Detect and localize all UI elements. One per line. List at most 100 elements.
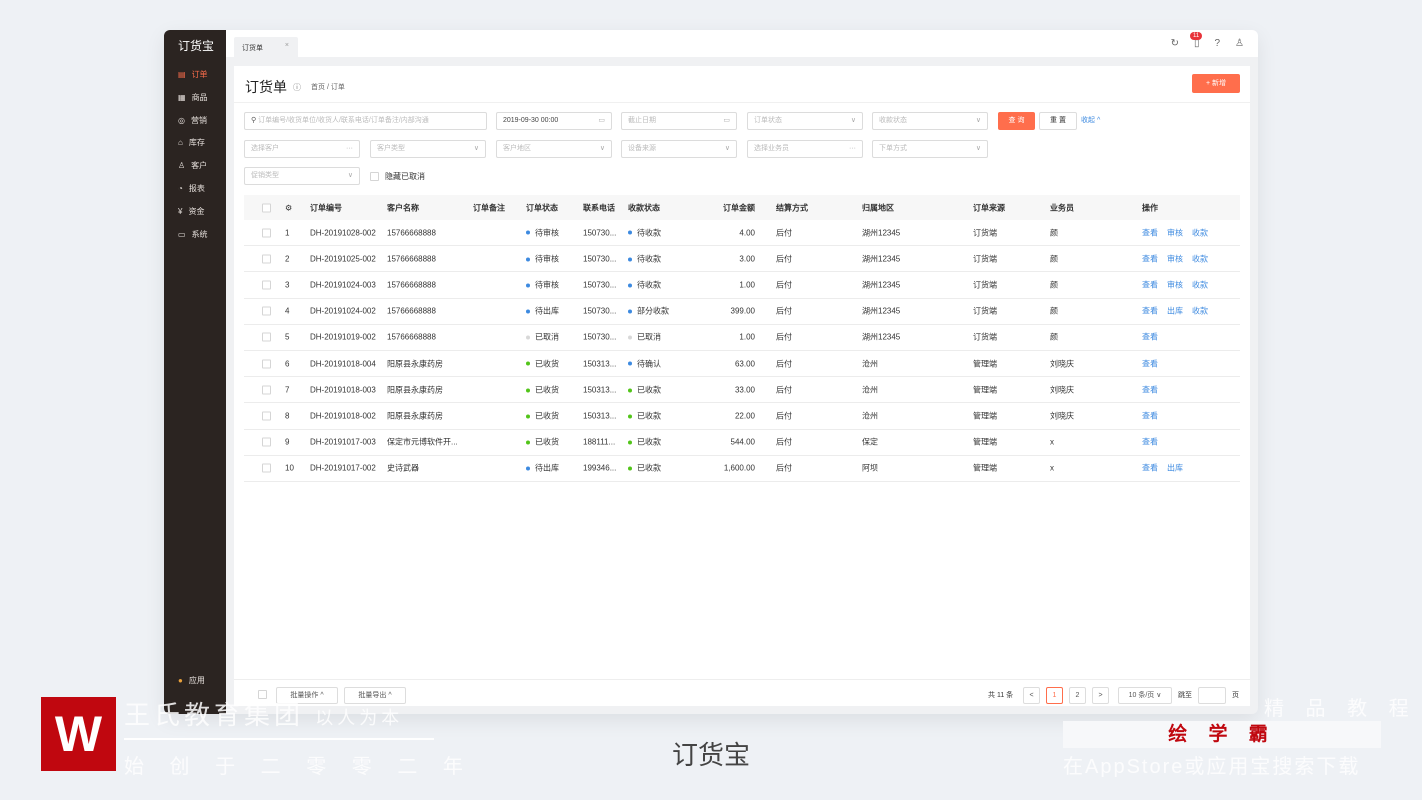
row-action-link[interactable]: 查看 [1142,464,1158,473]
settings-icon[interactable]: ⚙ [285,203,292,212]
row-checkbox[interactable] [262,463,271,473]
sidebar-item-2[interactable]: ◎ 营销 [178,115,207,126]
notification-icon[interactable]: ▯ 11 [1189,32,1203,49]
help-icon[interactable]: ⓘ [293,82,301,93]
order-method-select[interactable]: 下单方式 ∨ [872,140,988,158]
order-number: DH-20191018-002 [310,411,376,421]
page-2-button[interactable]: 2 [1069,687,1086,704]
phone: 150730... [583,228,617,238]
sidebar-item-apps[interactable]: ● 应用 [178,675,205,686]
next-page-button[interactable]: > [1092,687,1109,704]
order-number: DH-20191019-002 [310,332,376,342]
row-action-link[interactable]: 出库 [1167,464,1183,473]
pay-status: 部分收款 [628,306,669,317]
row-checkbox[interactable] [262,254,271,264]
amount: 544.00 [730,437,755,447]
jump-page-input[interactable] [1198,687,1226,704]
row-checkbox[interactable] [262,228,271,238]
reset-button[interactable]: 重 置 [1039,112,1077,130]
customer-name: 15766668888 [387,280,436,290]
row-action-link[interactable]: 查看 [1142,333,1158,342]
pay-status-select[interactable]: 收款状态 ∨ [872,112,988,130]
row-action-link[interactable]: 审核 [1167,228,1183,237]
row-checkbox[interactable] [262,306,271,316]
search-input[interactable]: ⚲ 订单编号/收货单位/收货人/联系电话/订单备注/内部沟通 [244,112,487,130]
row-checkbox[interactable] [262,437,271,447]
new-order-button[interactable]: + 新增 [1192,74,1240,93]
customer-name: 保定市元博软件开... [387,437,458,447]
customer-select[interactable]: 选择客户 ··· [244,140,360,158]
close-tab-icon[interactable]: × [285,42,289,49]
row-action-link[interactable]: 查看 [1142,228,1158,237]
sidebar-item-4[interactable]: ♙ 客户 [178,160,207,171]
prev-page-button[interactable]: < [1023,687,1040,704]
hide-cancelled-checkbox[interactable]: 隐藏已取消 [370,171,425,182]
customer-name: 15766668888 [387,332,436,342]
row-action-link[interactable]: 查看 [1142,254,1158,263]
row-action-link[interactable]: 收款 [1192,307,1208,316]
device-select[interactable]: 设备来源 ∨ [621,140,737,158]
column-header: 联系电话 [583,203,615,212]
pay-status: 待收款 [628,227,661,238]
row-checkbox[interactable] [262,280,271,290]
column-header: 订单备注 [473,203,505,212]
row-action-link[interactable]: 审核 [1167,254,1183,263]
start-date-input[interactable]: 2019-09-30 00:00 ▭ [496,112,612,130]
warehouse-icon: ⌂ [178,138,183,148]
region-select[interactable]: 客户地区 ∨ [496,140,612,158]
money-icon: ¥ [178,206,183,216]
row-action-link[interactable]: 查看 [1142,307,1158,316]
page-size-select[interactable]: 10 条/页 ∨ [1118,687,1172,704]
order-number: DH-20191018-004 [310,359,376,369]
page-1-button[interactable]: 1 [1046,687,1063,704]
calendar-icon: ▭ [598,117,605,124]
row-action-link[interactable]: 收款 [1192,228,1208,237]
sidebar-item-6[interactable]: ¥ 资金 [178,206,204,217]
sidebar-item-3[interactable]: ⌂ 库存 [178,137,205,148]
promo-type-select[interactable]: 促销类型 ∨ [244,167,360,185]
user-icon[interactable]: ♙ [1235,38,1244,49]
query-button[interactable]: 查 询 [998,112,1035,130]
row-checkbox[interactable] [262,411,271,421]
salesman-select[interactable]: 选择业务员 ··· [747,140,863,158]
amount: 399.00 [730,306,755,316]
row-action-link[interactable]: 出库 [1167,307,1183,316]
row-action-link[interactable]: 收款 [1192,254,1208,263]
row-action-link[interactable]: 收款 [1192,280,1208,289]
order-status: 已收货 [526,358,559,369]
pay-status: 已取消 [628,332,661,343]
row-action-link[interactable]: 审核 [1167,280,1183,289]
row-checkbox[interactable] [262,332,271,342]
table-row: 10 DH-20191017-002 史诗武器 待出库 199346... 已收… [244,456,1240,482]
sidebar-item-5[interactable]: ◔ 报表 [178,183,205,194]
order-status: 已收货 [526,410,559,421]
row-action-link[interactable]: 查看 [1142,411,1158,420]
refresh-icon[interactable]: ↻ [1171,38,1179,49]
row-action-link[interactable]: 查看 [1142,385,1158,394]
row-action-link[interactable]: 查看 [1142,280,1158,289]
sidebar: 订货宝 ▤ 订单 ▦ 商品 ◎ 营销 ⌂ 库存 ♙ 客户 ◔ 报表 ¥ 资金 ▭ 系统 ● 应用 [164,30,226,714]
sidebar-item-1[interactable]: ▦ 商品 [178,92,208,103]
end-date-input[interactable]: 截止日期 ▭ [621,112,737,130]
phone: 199346... [583,463,617,473]
table-row: 8 DH-20191018-002 阳原县永康药房 已收货 150313... … [244,403,1240,430]
row-action-link[interactable]: 查看 [1142,359,1158,368]
order-number: DH-20191018-003 [310,385,376,395]
sidebar-item-7[interactable]: ▭ 系统 [178,229,208,240]
customer-type-select[interactable]: 客户类型 ∨ [370,140,486,158]
customer-name: 15766668888 [387,228,436,238]
row-checkbox[interactable] [262,359,271,369]
column-header: 订单金额 [723,203,755,212]
select-all-checkbox[interactable] [262,203,271,212]
sidebar-item-0[interactable]: ▤ 订单 [178,69,208,80]
amount: 1.00 [739,332,755,342]
tab-orders[interactable]: 订货单 × [234,37,298,57]
watermark-app: 绘 学 霸 [1063,721,1381,748]
amount: 22.00 [734,411,755,421]
table-row: 7 DH-20191018-003 阳原县永康药房 已收货 150313... … [244,377,1240,404]
order-status-select[interactable]: 订单状态 ∨ [747,112,863,130]
collapse-link[interactable]: 收起 ^ [1081,112,1100,130]
row-action-link[interactable]: 查看 [1142,438,1158,447]
row-checkbox[interactable] [262,385,271,395]
help-icon[interactable]: ? [1214,38,1220,49]
